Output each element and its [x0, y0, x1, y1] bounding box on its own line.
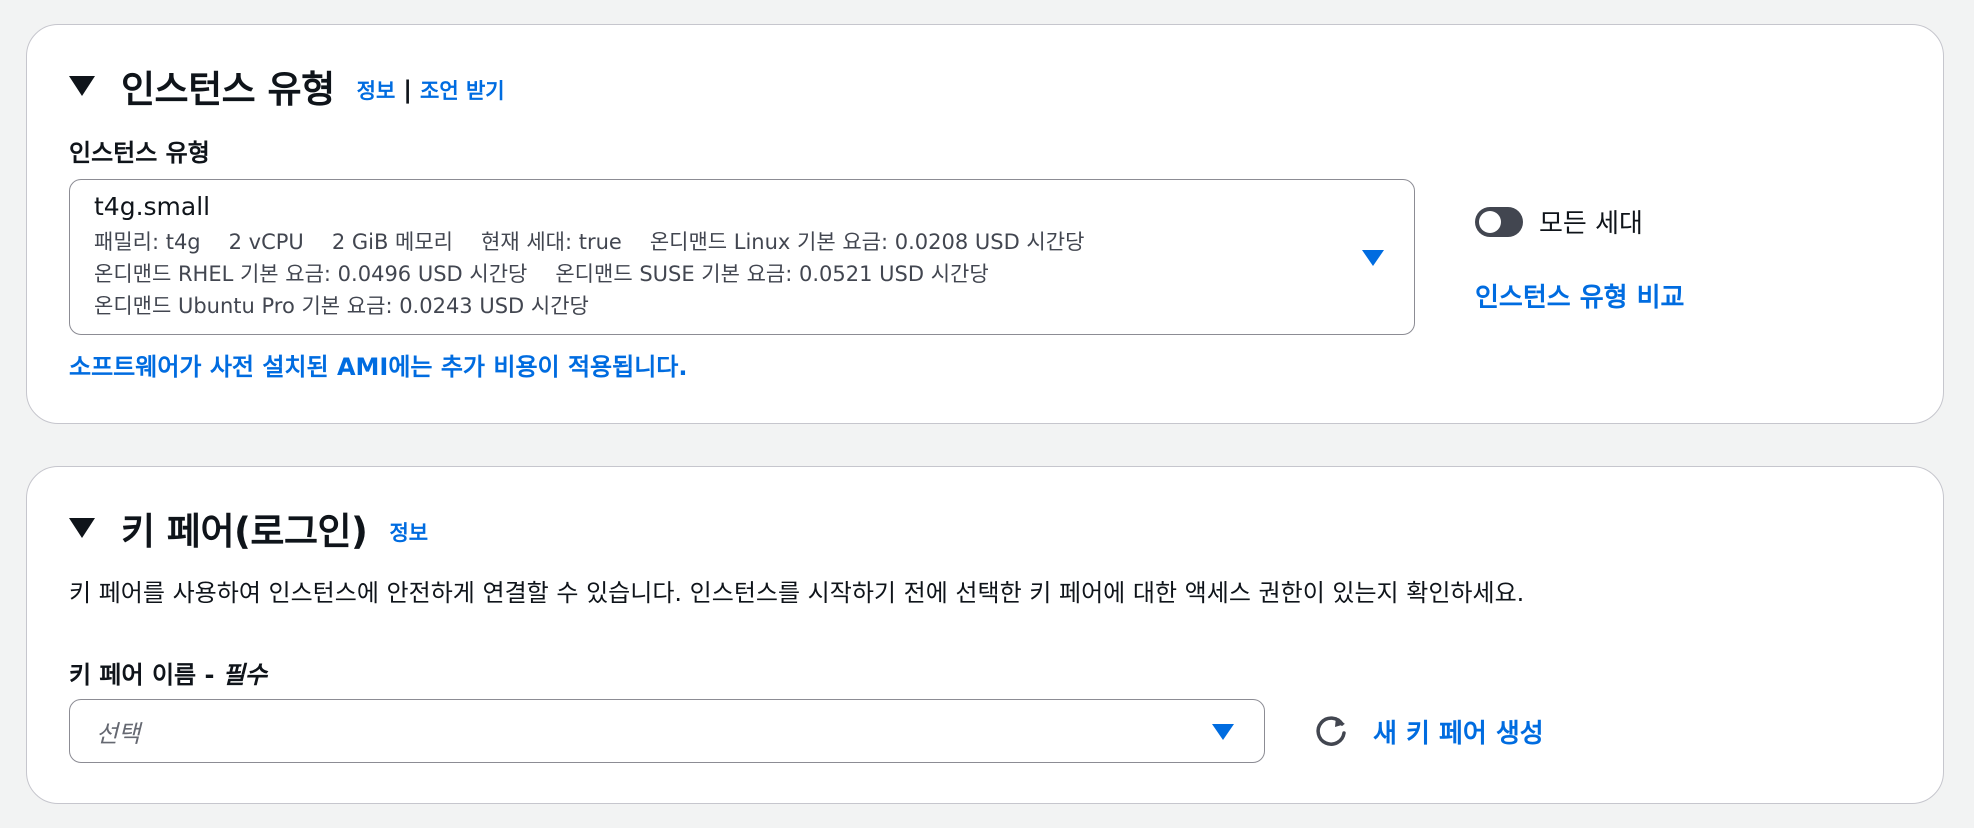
- instance-type-select[interactable]: t4g.small 패밀리: t4g 2 vCPU 2 GiB 메모리 현재 세대: …: [69, 179, 1415, 335]
- dropdown-triangle-icon: [1362, 250, 1384, 266]
- dropdown-triangle-icon: [1212, 724, 1234, 740]
- linux-price: 온디맨드 Linux 기본 요금: 0.0208 USD 시간당: [649, 230, 1085, 254]
- all-generations-label: 모든 세대: [1539, 209, 1643, 239]
- advice-link[interactable]: 조언 받기: [420, 75, 505, 105]
- create-key-pair-row: 새 키 페어 생성: [1311, 711, 1544, 751]
- info-link[interactable]: 정보: [357, 75, 396, 105]
- all-generations-toggle[interactable]: [1475, 206, 1523, 237]
- key-pair-select[interactable]: 선택: [69, 699, 1265, 763]
- key-pair-name-label: 키 페어 이름 - 필수: [69, 655, 267, 690]
- instance-details-line-2: 온디맨드 RHEL 기본 요금: 0.0496 USD 시간당 온디맨드 SUSE…: [94, 258, 1390, 290]
- header-links: 정보 | 조언 받기: [357, 75, 505, 105]
- instance-type-header: 인스턴스 유형 정보 | 조언 받기: [69, 59, 505, 113]
- link-separator: |: [403, 76, 413, 104]
- header-links: 정보: [389, 517, 428, 547]
- rhel-price: 온디맨드 RHEL 기본 요금: 0.0496 USD 시간당: [94, 262, 528, 286]
- refresh-icon[interactable]: [1311, 711, 1351, 751]
- instance-vcpu: 2 vCPU: [228, 230, 304, 254]
- instance-details-line-3: 온디맨드 Ubuntu Pro 기본 요금: 0.0243 USD 시간당: [94, 290, 1390, 322]
- all-generations-toggle-row: 모든 세대: [1475, 203, 1643, 240]
- instance-type-title: 인스턴스 유형: [121, 68, 335, 111]
- suse-price: 온디맨드 SUSE 기본 요금: 0.0521 USD 시간당: [555, 262, 989, 286]
- instance-family: 패밀리: t4g: [94, 230, 201, 254]
- key-pair-title: 키 페어(로그인): [121, 510, 368, 553]
- toggle-knob: [1479, 210, 1501, 233]
- ami-cost-notice-link[interactable]: 소프트웨어가 사전 설치된 AMI에는 추가 비용이 적용됩니다.: [69, 347, 687, 382]
- create-new-key-pair-button[interactable]: 새 키 페어 생성: [1373, 713, 1544, 750]
- instance-generation: 현재 세대: true: [481, 230, 622, 254]
- instance-type-field-label: 인스턴스 유형: [69, 139, 210, 167]
- collapse-caret-icon[interactable]: [69, 76, 95, 96]
- info-link[interactable]: 정보: [389, 517, 428, 547]
- ubuntu-price: 온디맨드 Ubuntu Pro 기본 요금: 0.0243 USD 시간당: [94, 294, 589, 318]
- required-label: 필수: [222, 661, 267, 689]
- key-pair-placeholder: 선택: [96, 720, 141, 748]
- instance-details-line-1: 패밀리: t4g 2 vCPU 2 GiB 메모리 현재 세대: true 온디맨드 L…: [94, 226, 1390, 258]
- key-pair-description: 키 페어를 사용하여 인스턴스에 안전하게 연결할 수 있습니다. 인스턴스를 …: [69, 579, 1525, 607]
- compare-instance-types-link[interactable]: 인스턴스 유형 비교: [1475, 277, 1684, 314]
- selected-instance-name: t4g.small: [94, 192, 211, 221]
- key-pair-header: 키 페어(로그인) 정보: [69, 501, 428, 555]
- key-pair-name-label-text: 키 페어 이름 -: [69, 661, 223, 689]
- key-pair-panel: 키 페어(로그인) 정보 키 페어를 사용하여 인스턴스에 안전하게 연결할 수…: [26, 466, 1944, 804]
- instance-memory: 2 GiB 메모리: [331, 230, 453, 254]
- collapse-caret-icon[interactable]: [69, 518, 95, 538]
- instance-type-panel: 인스턴스 유형 정보 | 조언 받기 인스턴스 유형 t4g.small 패밀리…: [26, 24, 1944, 424]
